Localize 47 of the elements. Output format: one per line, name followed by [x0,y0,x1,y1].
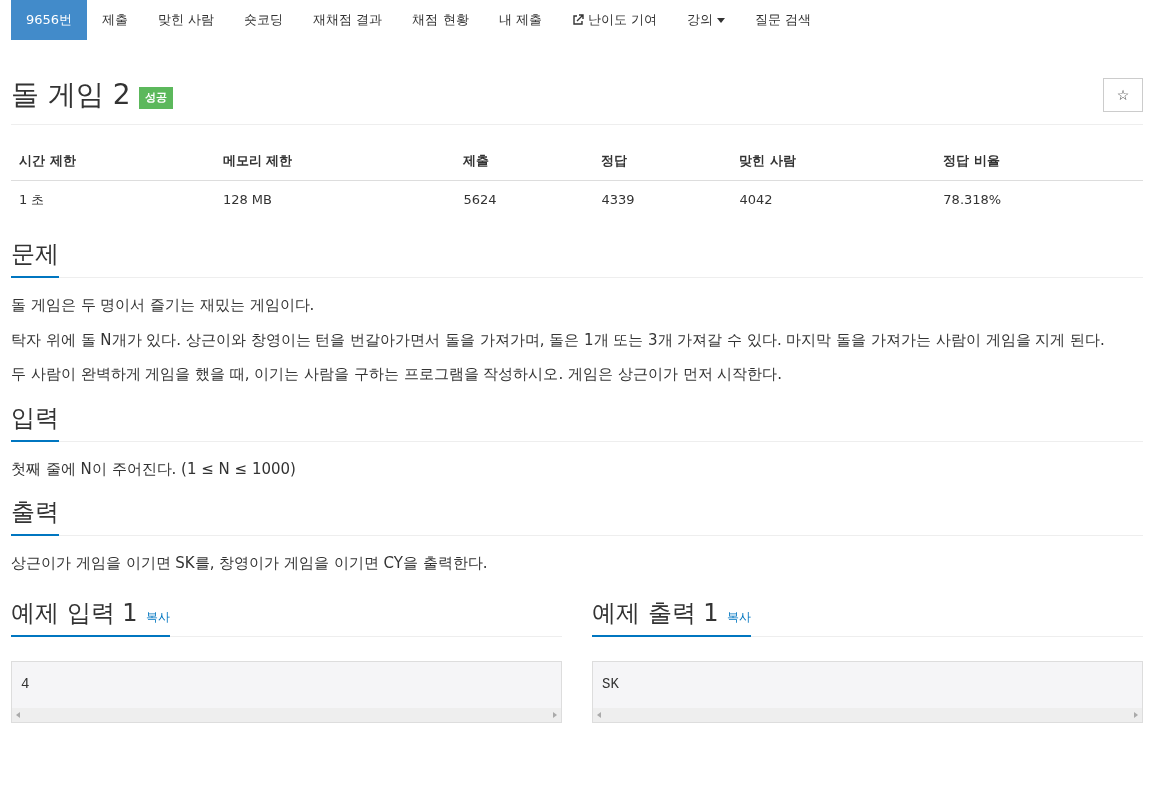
paragraph: 첫째 줄에 N이 주어진다. (1 ≤ N ≤ 1000) [11,458,297,480]
section-heading: 예제 출력 1 [592,597,719,629]
section-heading: 예제 입력 1 [11,597,138,629]
nav-tab[interactable]: 난이도 기여 [556,0,672,40]
section-heading: 입력 [11,402,59,434]
section-heading: 출력 [11,497,59,528]
nav-tab[interactable]: 맞힌 사람 [143,0,230,40]
paragraph: 두 사람이 완벽하게 게임을 했을 때, 이기는 사람을 구하는 프로그램을 작성하시오. 게임은 상근이가 먼저 시작한다. [11,364,784,385]
nav-tab[interactable]: 숏코딩 [229,0,299,40]
favorite-button[interactable]: ☆ [1103,78,1143,112]
problem-title: 돌 게임 2 [11,81,131,109]
table-cell: 5624 [455,180,594,218]
sample-text: SK [601,674,620,694]
caret-icon [716,17,725,23]
table-cell: 78.318% [935,180,1143,218]
paragraph: 상근이가 게임을 이기면 SK를, 창영이가 게임을 이기면 CY을 출력한다. [11,553,489,574]
nav-tab[interactable]: 제출 [87,0,144,40]
scroll-left-icon[interactable] [16,711,20,718]
external-link-icon [571,14,584,26]
nav-tab[interactable]: 내 제출 [483,0,557,40]
paragraph: 탁자 위에 돌 N개가 있다. 상근이와 창영이는 턴을 번갈아가면서 돌을 가져가며, 돌은 1개 또는 3개 가져갈 수 있다. 마지막 돌을 가져가는 사람이 게임을 지게 된다. [11,329,1106,351]
table-cell: 128 MB [214,180,456,218]
nav-tab[interactable]: 9656번 [11,0,88,40]
nav-tab[interactable]: 채점 현황 [397,0,484,40]
nav-tab[interactable]: 재채점 결과 [298,0,398,40]
copy-link[interactable]: 복사 [145,607,170,626]
nav-tab[interactable]: 강의 [671,0,740,40]
table-cell: 4339 [593,180,732,218]
paragraph: 돌 게임은 두 명이서 즐기는 재밌는 게임이다. [11,295,316,316]
sample-text: 4 [20,674,31,694]
status-label: 성공 [138,86,173,109]
section-heading: 문제 [11,239,59,270]
copy-link[interactable]: 복사 [726,607,751,626]
scroll-right-icon[interactable] [1134,711,1138,718]
scrollbar[interactable] [593,707,1142,722]
column-header: 메모리 제한 [214,142,456,180]
column-header: 맞힌 사람 [731,142,936,180]
column-header: 제출 [455,142,594,180]
nav-tab[interactable]: 질문 검색 [739,0,826,40]
column-header: 시간 제한 [11,142,215,180]
column-header: 정답 비율 [935,142,1143,180]
scroll-left-icon[interactable] [597,711,601,718]
scroll-right-icon[interactable] [553,711,557,718]
scrollbar[interactable] [12,707,561,722]
table-cell: 4042 [731,180,936,218]
table-cell: 1 초 [11,180,215,218]
column-header: 정답 [593,142,732,180]
